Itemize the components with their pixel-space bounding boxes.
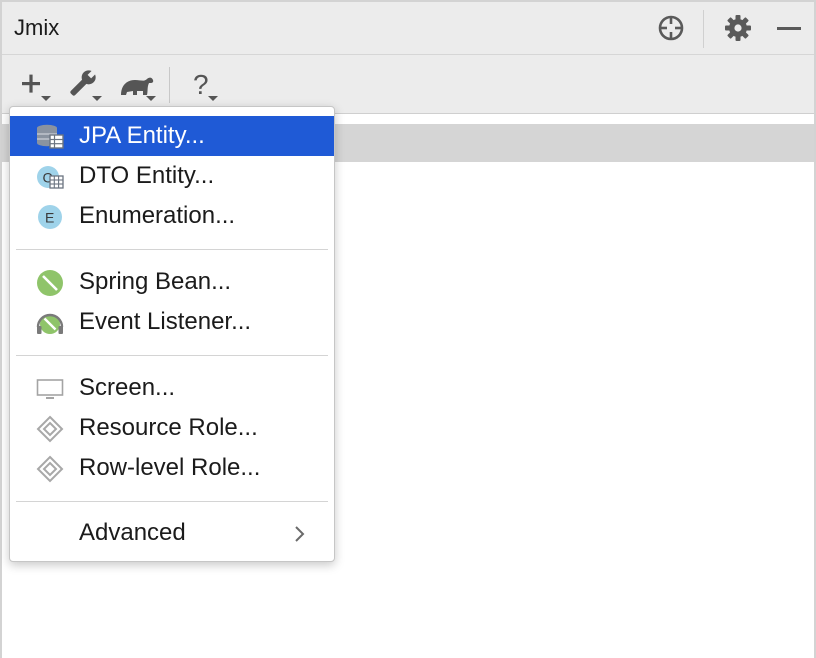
menu-item-resource-role[interactable]: Resource Role... [10,408,334,448]
add-icon[interactable] [16,65,60,105]
menu-item-screen[interactable]: Screen... [10,368,334,408]
jpa-entity-icon [37,124,64,149]
menu-item-label: Screen... [79,374,176,401]
menu-item-spring-bean[interactable]: Spring Bean... [10,262,334,302]
crosshair-icon[interactable] [655,12,687,44]
menu-divider [16,355,328,356]
menu-item-label: Advanced [79,519,186,546]
menu-item-enumeration[interactable]: E Enumeration... [10,196,334,236]
menu-item-event-listener[interactable]: Event Listener... [10,302,334,342]
screen-icon [36,379,64,399]
menu-item-label: Resource Role... [79,414,258,441]
menu-divider [16,249,328,250]
menu-item-label: DTO Entity... [79,162,215,189]
tool-window-header: Jmix [2,2,814,55]
gear-icon[interactable] [722,12,754,44]
header-divider [703,10,704,48]
menu-item-label: Event Listener... [79,308,252,335]
row-level-role-icon [36,455,64,483]
gradle-icon[interactable] [116,65,160,105]
spring-bean-icon [37,270,63,296]
tool-window-title: Jmix [14,15,60,40]
event-listener-icon [36,313,64,334]
toolbar-divider [169,67,170,103]
svg-text:?: ? [193,69,209,100]
help-icon[interactable]: ? [184,65,228,105]
menu-item-label: Enumeration... [79,202,236,229]
enumeration-icon: E [38,205,62,229]
chevron-right-icon [295,526,305,542]
minimize-icon[interactable] [773,12,805,44]
dto-entity-icon: C [37,166,64,189]
wrench-icon[interactable] [66,65,110,105]
new-element-popup-menu: JPA Entity... C DTO Entity... E Enumerat… [9,106,335,562]
menu-item-label: JPA Entity... [79,122,205,149]
menu-item-dto-entity[interactable]: C DTO Entity... [10,156,334,196]
menu-item-label: Spring Bean... [79,268,232,295]
menu-item-label: Row-level Role... [79,454,261,481]
menu-item-row-level-role[interactable]: Row-level Role... [10,448,334,488]
resource-role-icon [36,415,64,443]
enumeration-badge: E [45,210,54,226]
menu-item-jpa-entity[interactable]: JPA Entity... [10,116,334,156]
menu-item-advanced[interactable]: Advanced [10,513,334,553]
menu-divider [16,501,328,502]
